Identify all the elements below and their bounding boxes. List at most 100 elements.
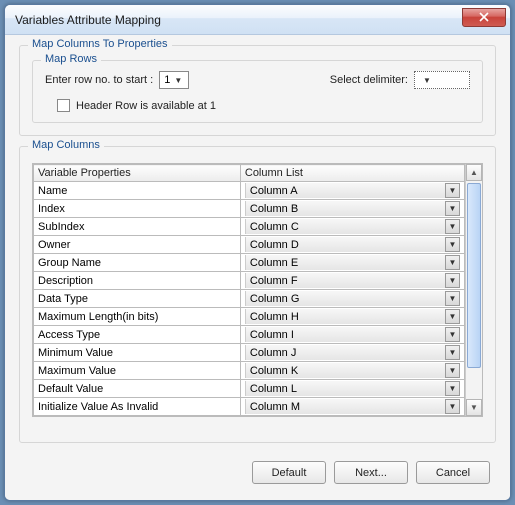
column-select[interactable]: Column L ▼: [245, 381, 460, 396]
property-cell: Owner: [34, 236, 241, 254]
table-row: Access Type Column I ▼: [34, 326, 465, 344]
scroll-thumb[interactable]: [467, 183, 481, 368]
column-select[interactable]: Column B ▼: [245, 201, 460, 216]
dropdown-button[interactable]: ▼: [445, 399, 460, 414]
column-select-value: Column J: [250, 347, 296, 359]
chevron-down-icon: ▼: [449, 313, 457, 321]
column-select-value: Column K: [250, 365, 298, 377]
column-select[interactable]: Column A ▼: [245, 183, 460, 198]
column-select[interactable]: Column D ▼: [245, 237, 460, 252]
table-header-properties[interactable]: Variable Properties: [34, 165, 241, 182]
dropdown-button[interactable]: ▼: [445, 255, 460, 270]
chevron-down-icon: ▼: [449, 205, 457, 213]
chevron-down-icon: ▼: [449, 277, 457, 285]
column-select[interactable]: Column C ▼: [245, 219, 460, 234]
scroll-down-button[interactable]: ▼: [466, 399, 482, 416]
dropdown-button[interactable]: ▼: [445, 237, 460, 252]
column-select-value: Column L: [250, 383, 297, 395]
titlebar[interactable]: Variables Attribute Mapping: [5, 5, 510, 35]
dropdown-button[interactable]: ▼: [445, 345, 460, 360]
table-row: Initialize Value As Invalid Column M ▼: [34, 398, 465, 416]
property-cell: Group Name: [34, 254, 241, 272]
dropdown-button[interactable]: ▼: [445, 273, 460, 288]
column-cell: Column L ▼: [240, 380, 464, 398]
chevron-down-icon: ▼: [174, 76, 182, 85]
map-columns-label: Map Columns: [28, 139, 104, 151]
property-cell: Minimum Value: [34, 344, 241, 362]
column-select[interactable]: Column M ▼: [245, 399, 460, 414]
chevron-down-icon: ▼: [423, 76, 431, 85]
dropdown-button[interactable]: ▼: [445, 183, 460, 198]
table-header-column-list[interactable]: Column List: [240, 165, 464, 182]
vertical-scrollbar[interactable]: ▲ ▼: [465, 164, 482, 416]
next-button[interactable]: Next...: [334, 461, 408, 484]
column-select-value: Column B: [250, 203, 298, 215]
column-select-value: Column M: [250, 401, 300, 413]
property-cell: Name: [34, 182, 241, 200]
mapping-table: Variable Properties Column List Name Colu…: [33, 164, 465, 416]
column-cell: Column K ▼: [240, 362, 464, 380]
property-cell: Access Type: [34, 326, 241, 344]
dropdown-button[interactable]: ▼: [445, 327, 460, 342]
group-label: Map Columns To Properties: [28, 38, 172, 50]
column-cell: Column D ▼: [240, 236, 464, 254]
client-area: Map Columns To Properties Map Rows Enter…: [5, 35, 510, 500]
cancel-button[interactable]: Cancel: [416, 461, 490, 484]
group-map-columns-to-properties: Map Columns To Properties Map Rows Enter…: [19, 45, 496, 136]
column-cell: Column I ▼: [240, 326, 464, 344]
delimiter-select[interactable]: ▼: [414, 71, 470, 89]
table-row: Data Type Column G ▼: [34, 290, 465, 308]
column-select[interactable]: Column G ▼: [245, 291, 460, 306]
chevron-down-icon: ▼: [449, 331, 457, 339]
column-select-value: Column C: [250, 221, 299, 233]
column-select[interactable]: Column F ▼: [245, 273, 460, 288]
row-no-label: Enter row no. to start :: [45, 74, 153, 86]
column-cell: Column G ▼: [240, 290, 464, 308]
dropdown-button[interactable]: ▼: [445, 291, 460, 306]
chevron-down-icon: ▼: [449, 295, 457, 303]
dropdown-button[interactable]: ▼: [445, 219, 460, 234]
scroll-track[interactable]: [466, 181, 482, 399]
close-icon: [479, 12, 489, 22]
column-select[interactable]: Column E▼: [245, 255, 460, 270]
group-map-columns: Map Columns Variable Properties Column L…: [19, 146, 496, 443]
dropdown-button[interactable]: ▼: [445, 363, 460, 378]
chevron-down-icon: ▼: [449, 349, 457, 357]
property-cell: Default Value: [34, 380, 241, 398]
chevron-down-icon: ▼: [449, 367, 457, 375]
property-cell: Initialize Value As Invalid: [34, 398, 241, 416]
window-title: Variables Attribute Mapping: [15, 13, 161, 27]
default-button[interactable]: Default: [252, 461, 326, 484]
row-no-select[interactable]: 1 ▼: [159, 71, 189, 89]
property-cell: Maximum Value: [34, 362, 241, 380]
column-select[interactable]: Column I ▼: [245, 327, 460, 342]
header-row-checkbox[interactable]: [57, 99, 70, 112]
dropdown-button[interactable]: ▼: [445, 201, 460, 216]
column-select-value: Column G: [250, 293, 300, 305]
property-cell: Data Type: [34, 290, 241, 308]
column-select-value: Column F: [250, 275, 298, 287]
column-cell: Column C ▼: [240, 218, 464, 236]
table-row: DescriptionColumn F▼: [34, 272, 465, 290]
dropdown-button[interactable]: ▼: [445, 309, 460, 324]
column-select-value: Column H: [250, 311, 299, 323]
column-select[interactable]: Column K ▼: [245, 363, 460, 378]
dropdown-button[interactable]: ▼: [445, 381, 460, 396]
chevron-down-icon: ▼: [449, 241, 457, 249]
scroll-up-button[interactable]: ▲: [466, 164, 482, 181]
chevron-down-icon: ▼: [449, 259, 457, 267]
column-select-value: Column I: [250, 329, 294, 341]
column-cell: Column M ▼: [240, 398, 464, 416]
column-select[interactable]: Column J ▼: [245, 345, 460, 360]
close-button[interactable]: [462, 8, 506, 27]
column-select-value: Column D: [250, 239, 299, 251]
table-row: Owner Column D ▼: [34, 236, 465, 254]
table-row: Group Name Column E▼: [34, 254, 465, 272]
table-row: Maximum Value Column K ▼: [34, 362, 465, 380]
column-cell: Column F ▼: [240, 272, 464, 290]
delimiter-label: Select delimiter:: [330, 74, 408, 86]
table-row: IndexColumn B▼: [34, 200, 465, 218]
column-cell: Column J ▼: [240, 344, 464, 362]
column-select[interactable]: Column H ▼: [245, 309, 460, 324]
column-select-value: Column A: [250, 185, 298, 197]
